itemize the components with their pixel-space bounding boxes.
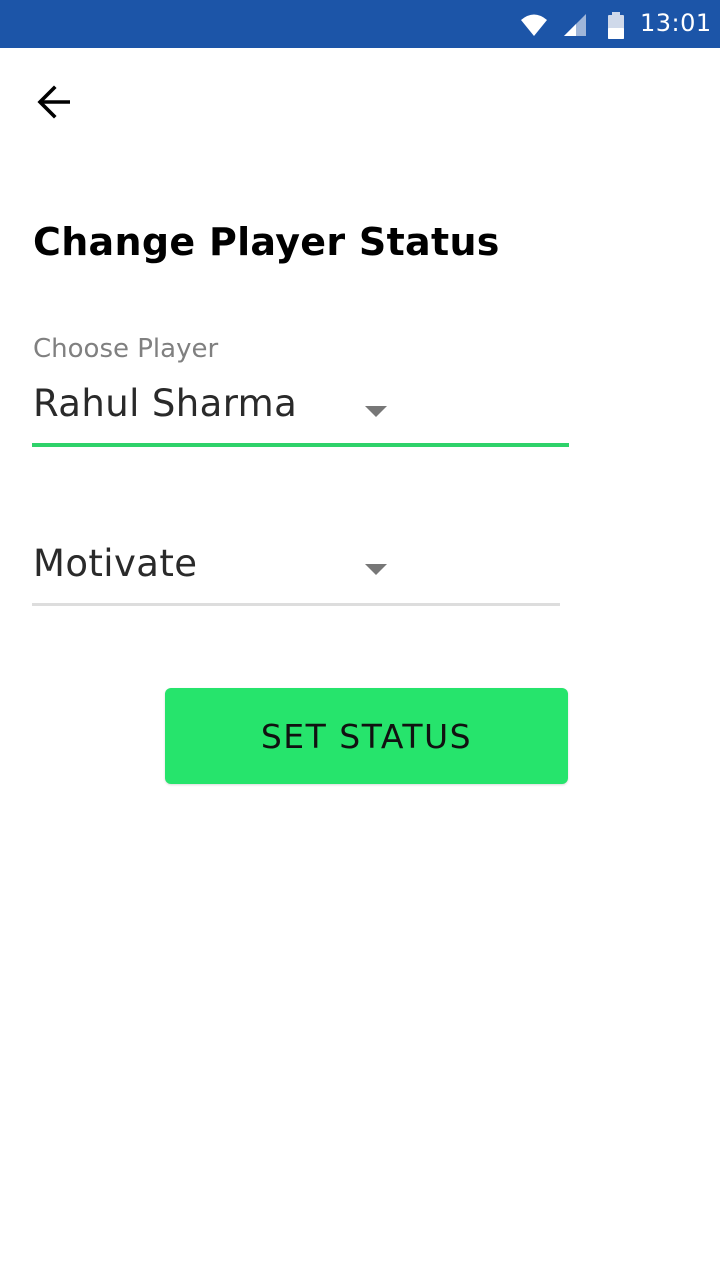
arrow-left-icon (36, 85, 72, 123)
choose-player-label: Choose Player (33, 334, 219, 364)
battery-icon (606, 12, 626, 44)
dropdown-arrow-icon (365, 564, 387, 575)
status-bar: 13:01 (0, 0, 720, 48)
player-select[interactable]: Rahul Sharma (32, 370, 569, 450)
dropdown-arrow-icon (365, 406, 387, 417)
status-select-underline (32, 603, 560, 606)
status-select[interactable]: Motivate (32, 530, 560, 610)
status-select-value: Motivate (33, 542, 198, 585)
status-bar-clock: 13:01 (640, 9, 712, 37)
back-button[interactable] (24, 80, 88, 128)
player-select-underline (32, 443, 569, 447)
page-title: Change Player Status (33, 220, 500, 264)
set-status-button[interactable]: SET STATUS (165, 688, 568, 784)
cell-signal-icon (562, 12, 588, 42)
wifi-icon (520, 12, 548, 42)
player-select-value: Rahul Sharma (33, 382, 298, 425)
